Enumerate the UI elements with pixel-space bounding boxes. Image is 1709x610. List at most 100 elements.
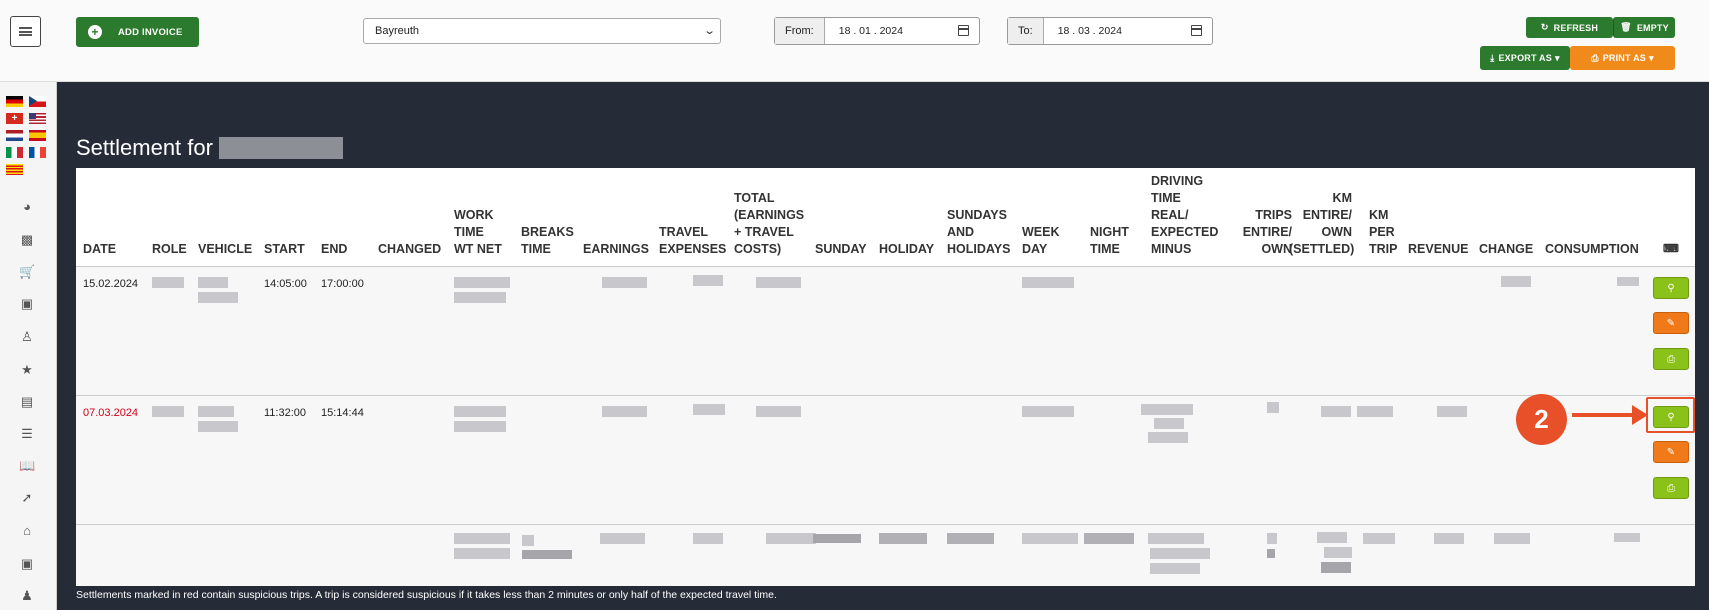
from-date-label: From: <box>775 18 825 44</box>
col-week-day[interactable]: WEEK DAY <box>1022 224 1060 258</box>
row-end: 17:00:00 <box>321 278 364 290</box>
to-date-label: To: <box>1008 18 1044 44</box>
col-driving-time[interactable]: DRIVING TIME REAL/ EXPECTED MINUS <box>1151 173 1218 258</box>
line-chart-icon[interactable]: ➚ <box>19 490 35 506</box>
col-holiday[interactable]: HOLIDAY <box>879 241 934 258</box>
desktop-icon[interactable]: ▣ <box>19 556 35 572</box>
table-row: 07.03.2024 11:32:00 15:14:44 ⚲ ✎ ⎙ <box>76 396 1695 525</box>
export-as-button[interactable]: ⤓ EXPORT AS ▾ <box>1480 46 1570 70</box>
calendar-icon[interactable] <box>958 25 969 36</box>
redacted-vehicle <box>198 421 238 432</box>
monitor-icon[interactable]: ▣ <box>19 296 35 312</box>
book-icon[interactable]: 📖 <box>19 458 35 474</box>
user-icon[interactable]: ♟ <box>19 588 35 604</box>
footer-note: Settlements marked in red contain suspic… <box>76 589 777 601</box>
col-travel-expenses[interactable]: TRAVEL EXPENSES <box>659 224 726 258</box>
flag-es-icon[interactable] <box>29 130 46 141</box>
col-role[interactable]: ROLE <box>152 241 187 258</box>
edit-button[interactable]: ✎ <box>1653 312 1689 334</box>
bar-chart-icon[interactable]: ▩ <box>19 232 35 248</box>
caret-down-icon: ▾ <box>1648 52 1654 63</box>
star-icon[interactable]: ★ <box>19 362 35 378</box>
col-total[interactable]: TOTAL (EARNINGS + TRAVEL COSTS) <box>734 190 804 258</box>
redacted-vehicle <box>198 277 228 288</box>
caret-down-icon: ▾ <box>1554 52 1560 63</box>
row-date: 15.02.2024 <box>83 278 139 290</box>
col-earnings[interactable]: EARNINGS <box>583 241 649 258</box>
col-vehicle[interactable]: VEHICLE <box>198 241 252 258</box>
print-button[interactable]: ⎙ <box>1653 348 1689 370</box>
redacted-driving-time <box>1154 418 1184 429</box>
flag-fr-icon[interactable] <box>29 147 46 158</box>
flag-us-icon[interactable] <box>29 113 46 124</box>
col-breaks-time[interactable]: BREAKS TIME <box>521 224 574 258</box>
col-km-per-trip[interactable]: KM PER TRIP <box>1369 207 1397 258</box>
list-icon[interactable]: ☰ <box>19 426 35 442</box>
redacted-driving-time <box>1141 404 1193 415</box>
redacted-total-value <box>766 533 816 544</box>
flag-ca-icon[interactable] <box>6 164 23 175</box>
redacted-total <box>756 406 801 417</box>
add-user-icon[interactable]: ♙ <box>19 329 35 345</box>
col-start[interactable]: START <box>264 241 305 258</box>
col-trips[interactable]: TRIPS ENTIRE/ OWN <box>1241 207 1292 258</box>
redacted-total-value <box>454 548 510 559</box>
col-sunday[interactable]: SUNDAY <box>815 241 867 258</box>
dashboard-icon[interactable]: ◕ <box>19 199 35 215</box>
col-changed[interactable]: CHANGED <box>378 241 441 258</box>
flag-it-icon[interactable] <box>6 147 23 158</box>
menu-toggle-button[interactable] <box>10 16 41 47</box>
location-select[interactable]: Bayreuth ⌄ <box>363 18 721 44</box>
from-date-value: 18 . 01 . 2024 <box>838 25 903 37</box>
archive-icon[interactable]: ▤ <box>19 394 35 410</box>
location-select-value: Bayreuth <box>375 25 420 37</box>
col-sundays-holidays[interactable]: SUNDAYS AND HOLIDAYS <box>947 207 1010 258</box>
refresh-icon: ↻ <box>1540 22 1549 32</box>
redacted-change <box>1501 276 1531 287</box>
print-button[interactable]: ⎙ <box>1653 477 1689 499</box>
add-invoice-button[interactable]: + ADD INVOICE <box>76 17 199 47</box>
redacted-role <box>152 406 184 417</box>
empty-button[interactable]: 🗑 EMPTY <box>1613 17 1675 38</box>
flag-cz-icon[interactable] <box>29 96 46 107</box>
redacted-total-value <box>1084 533 1134 544</box>
print-as-button[interactable]: ⎙ PRINT AS ▾ <box>1570 46 1675 70</box>
page-title-text: Settlement for <box>76 135 213 160</box>
redacted-total-value <box>813 534 861 543</box>
row-date-suspicious: 07.03.2024 <box>83 407 139 419</box>
home-icon[interactable]: ⌂ <box>19 523 35 539</box>
col-change[interactable]: CHANGE <box>1479 241 1533 258</box>
col-date[interactable]: DATE <box>83 241 116 258</box>
col-end[interactable]: END <box>321 241 347 258</box>
col-night-time[interactable]: NIGHT TIME <box>1090 224 1129 258</box>
table-row: 15.02.2024 14:05:00 17:00:00 ⚲ ✎ ⎙ <box>76 267 1695 396</box>
flag-de-icon[interactable] <box>6 96 23 107</box>
search-icon: ⚲ <box>1667 282 1675 294</box>
flag-nl-icon[interactable] <box>6 130 23 141</box>
redacted-driving-time <box>1148 432 1188 443</box>
step-badge: 2 <box>1516 394 1567 445</box>
col-km[interactable]: KM ENTIRE/ OWN (SETTLED) <box>1289 190 1354 258</box>
redacted-total-value <box>1148 533 1204 544</box>
edit-button[interactable]: ✎ <box>1653 441 1689 463</box>
keyboard-icon[interactable]: ⌨ <box>1663 241 1679 258</box>
redacted-travel-expenses <box>693 275 723 286</box>
redacted-total-value <box>454 533 510 544</box>
table-header: DATE ROLE VEHICLE START END CHANGED WORK… <box>76 168 1695 267</box>
from-date-input[interactable]: 18 . 01 . 2024 <box>825 18 979 44</box>
col-work-time[interactable]: WORK TIME WT NET <box>454 207 502 258</box>
calendar-icon[interactable] <box>1191 25 1202 36</box>
cart-icon[interactable]: 🛒 <box>19 264 35 280</box>
view-button[interactable]: ⚲ <box>1653 277 1689 299</box>
col-consumption[interactable]: CONSUMPTION <box>1545 241 1639 258</box>
pencil-icon: ✎ <box>1666 446 1676 458</box>
from-date-group: From: 18 . 01 . 2024 <box>774 17 980 45</box>
pencil-icon: ✎ <box>1666 317 1676 329</box>
refresh-button[interactable]: ↻ REFRESH <box>1526 17 1613 38</box>
flag-ch-icon[interactable]: + <box>6 113 23 124</box>
to-date-input[interactable]: 18 . 03 . 2024 <box>1044 18 1212 44</box>
col-revenue[interactable]: REVENUE <box>1408 241 1468 258</box>
redacted-work-time <box>454 277 510 288</box>
top-bar: + ADD INVOICE Bayreuth ⌄ From: 18 . 01 .… <box>0 0 1709 82</box>
redacted-week-day <box>1022 406 1074 417</box>
